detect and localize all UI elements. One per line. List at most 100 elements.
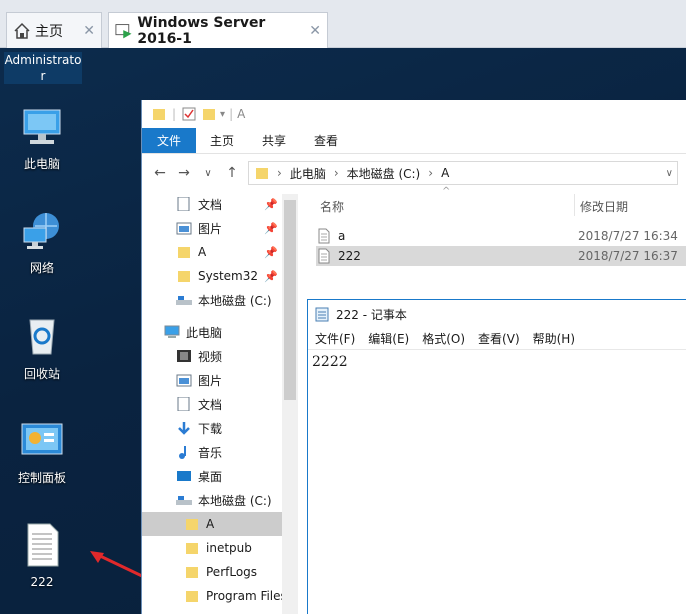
right-edge	[682, 162, 686, 184]
nav-item-program-files[interactable]: Program Files	[142, 584, 287, 608]
recent-dropdown-icon[interactable]: ∨	[196, 168, 220, 179]
tab-vm-label: Windows Server 2016-1	[137, 14, 266, 47]
breadcrumb-item[interactable]: A	[441, 166, 449, 180]
forward-icon[interactable]: →	[172, 165, 196, 181]
drive-icon	[176, 296, 192, 305]
text-file-icon	[27, 523, 59, 567]
nav-item-system32[interactable]: System32 📌	[142, 264, 282, 288]
nav-item-desktop[interactable]: 桌面	[142, 464, 282, 488]
nav-item-label: 图片	[198, 373, 223, 388]
close-icon[interactable]: ✕	[83, 23, 95, 39]
nav-item-a-selected[interactable]: A	[142, 512, 282, 536]
column-header-date[interactable]: 修改日期	[580, 198, 628, 215]
folder-icon	[186, 519, 198, 530]
file-date: 2018/7/27 16:34	[578, 229, 678, 243]
nav-item-label: inetpub	[206, 541, 252, 555]
nav-item-label: 文档	[198, 197, 223, 212]
menu-edit[interactable]: 编辑(E)	[361, 330, 415, 347]
pictures-icon	[176, 374, 192, 387]
breadcrumb-separator: ›	[333, 166, 339, 180]
nav-item-inetpub[interactable]: inetpub	[142, 536, 282, 560]
nav-item-label: PerfLogs	[206, 565, 258, 579]
sort-up-icon: ^	[442, 186, 451, 197]
nav-item-pictures-2[interactable]: 图片	[142, 368, 282, 392]
breadcrumb-separator: ›	[428, 166, 434, 180]
tab-home[interactable]: 主页 ✕	[6, 12, 102, 48]
folder-icon	[186, 543, 198, 554]
nav-item-label: Program Files	[206, 589, 287, 603]
menu-view[interactable]: 查看(V)	[471, 330, 526, 347]
network-icon	[23, 213, 59, 249]
text-file-icon	[318, 248, 330, 264]
nav-item-local-disk-2[interactable]: 本地磁盘 (C:)	[142, 488, 282, 512]
separator: |	[172, 107, 177, 121]
address-bar-row: ← → ∨ ↑ › 此电脑 › 本地磁盘 (C:) › A ∨	[142, 158, 686, 188]
desktop-icon-this-pc[interactable]: 此电脑	[3, 106, 81, 172]
nav-item-perflogs[interactable]: PerfLogs	[142, 560, 282, 584]
text-file-icon	[318, 228, 330, 244]
ribbon-tabs: 文件 主页 共享 查看	[142, 128, 686, 154]
nav-scrollbar-thumb[interactable]	[284, 200, 296, 400]
breadcrumb-item[interactable]: 此电脑	[290, 165, 326, 182]
properties-icon[interactable]	[182, 107, 196, 121]
nav-item-videos[interactable]: 视频	[142, 344, 282, 368]
computer-icon	[164, 325, 180, 338]
nav-item-downloads[interactable]: 下载	[142, 416, 282, 440]
video-icon	[177, 350, 191, 362]
nav-item-label: 文档	[198, 397, 223, 412]
quick-access-toolbar: | ▾ | A	[142, 100, 686, 128]
address-bar[interactable]: › 此电脑 › 本地磁盘 (C:) › A ∨	[248, 161, 678, 185]
chevron-down-icon[interactable]: ∨	[666, 168, 673, 179]
desktop-icon-recycle-bin[interactable]: 回收站	[3, 314, 81, 382]
breadcrumb-item[interactable]: 本地磁盘 (C:)	[347, 165, 421, 182]
notepad-title-bar[interactable]: 222 - 记事本	[308, 300, 686, 328]
menu-file[interactable]: 文件(F)	[308, 330, 361, 347]
back-icon[interactable]: ←	[148, 165, 172, 181]
pin-icon[interactable]: 📌	[264, 222, 278, 235]
nav-item-local-disk[interactable]: 本地磁盘 (C:)	[142, 288, 282, 312]
desktop-icon	[177, 471, 191, 481]
desktop-icon-label: 此电脑	[23, 157, 60, 171]
nav-item-label: 本地磁盘 (C:)	[198, 493, 272, 508]
music-icon	[179, 446, 186, 459]
red-arrow-annotation	[90, 551, 143, 578]
file-row-selected[interactable]: 222 2018/7/27 16:37	[316, 246, 686, 266]
nav-item-documents[interactable]: 文档 📌	[142, 192, 282, 216]
nav-item-label: A	[198, 245, 207, 259]
column-divider	[574, 194, 575, 216]
desktop-icon-control-panel[interactable]: 控制面板	[3, 420, 81, 486]
ribbon-tab-file[interactable]: 文件	[142, 128, 197, 153]
tab-windows-server[interactable]: Windows Server 2016-1 ✕	[108, 12, 328, 48]
notepad-icon	[315, 307, 329, 322]
nav-item-music[interactable]: 音乐	[142, 440, 282, 464]
notepad-text-area[interactable]: 2222	[312, 354, 348, 370]
new-folder-icon[interactable]	[202, 107, 216, 121]
ribbon-tab-home[interactable]: 主页	[196, 128, 248, 153]
desktop-icon-network[interactable]: 网络	[3, 210, 81, 276]
ribbon-tab-view[interactable]: 查看	[300, 128, 352, 153]
nav-item-pictures[interactable]: 图片 📌	[142, 216, 282, 240]
close-icon[interactable]: ✕	[309, 23, 321, 39]
tab-home-label: 主页	[35, 23, 63, 40]
pin-icon[interactable]: 📌	[264, 198, 278, 211]
column-header-name[interactable]: 名称	[320, 198, 344, 215]
file-name: a	[338, 229, 346, 243]
menu-help[interactable]: 帮助(H)	[526, 330, 581, 347]
desktop-icon-222[interactable]: 222	[3, 522, 81, 589]
breadcrumb-separator: ›	[277, 166, 282, 180]
folder-icon	[186, 567, 198, 578]
notepad-title: 222 - 记事本	[336, 307, 407, 322]
file-row[interactable]: a 2018/7/27 16:34	[316, 226, 686, 246]
chevron-down-icon[interactable]: ▾	[220, 109, 225, 120]
nav-item-documents-2[interactable]: 文档	[142, 392, 282, 416]
navigation-pane: 文档 📌 图片 📌 A 📌 System32 📌 本地磁盘 (C:) 此电脑 视频	[142, 190, 298, 614]
pin-icon[interactable]: 📌	[264, 246, 278, 259]
menu-format[interactable]: 格式(O)	[415, 330, 471, 347]
nav-item-this-pc[interactable]: 此电脑	[142, 320, 282, 344]
pin-icon[interactable]: 📌	[264, 270, 278, 283]
file-date: 2018/7/27 16:37	[578, 249, 678, 263]
nav-item-a[interactable]: A 📌	[142, 240, 282, 264]
ribbon-tab-share[interactable]: 共享	[248, 128, 300, 153]
up-icon[interactable]: ↑	[220, 165, 244, 181]
browser-tab-bar: 主页 ✕ Windows Server 2016-1 ✕	[0, 0, 686, 48]
